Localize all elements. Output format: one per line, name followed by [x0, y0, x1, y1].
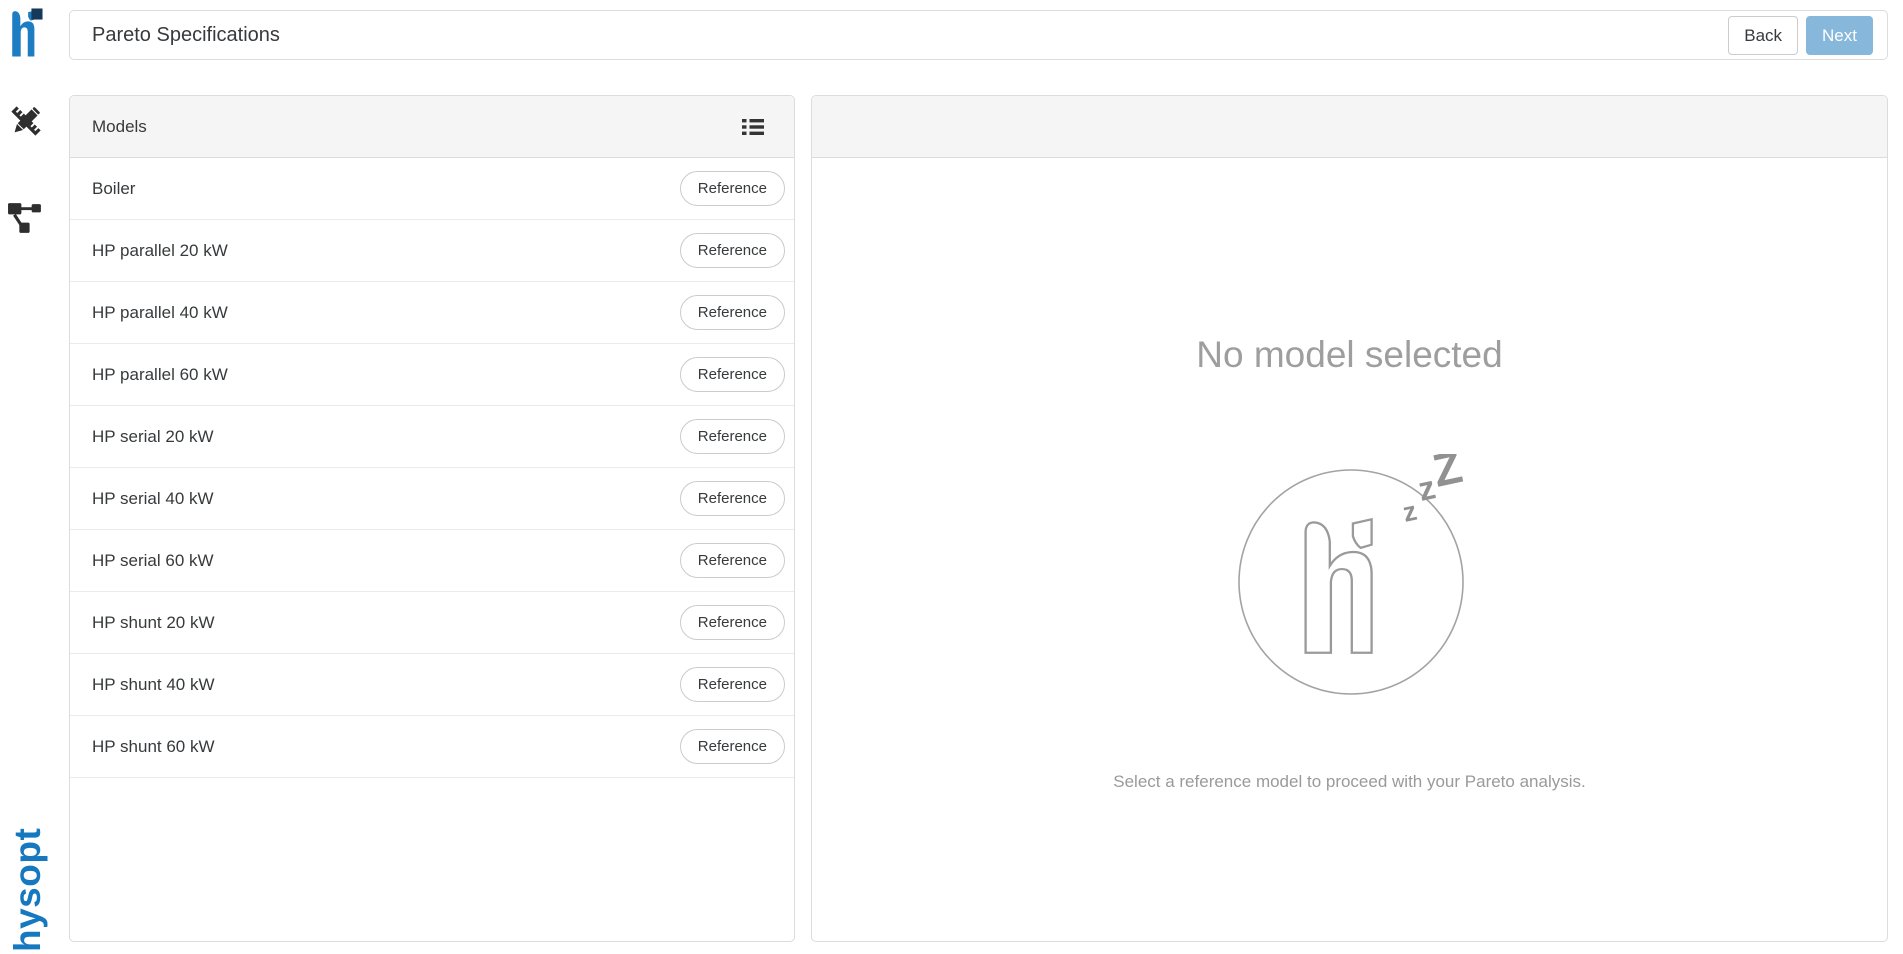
model-name: HP serial 20 kW — [92, 426, 214, 446]
model-row[interactable]: HP parallel 60 kW Reference — [70, 344, 794, 406]
hysopt-wordmark: hysopt — [7, 827, 48, 952]
model-name: HP parallel 60 kW — [92, 364, 228, 384]
empty-state-hint: Select a reference model to proceed with… — [1113, 772, 1586, 791]
list-view-icon[interactable] — [742, 117, 764, 137]
model-row[interactable]: HP serial 60 kW Reference — [70, 530, 794, 592]
reference-button[interactable]: Reference — [679, 233, 785, 268]
model-name: HP parallel 20 kW — [92, 240, 228, 260]
top-actions: Back Next — [1728, 15, 1887, 55]
models-list: Boiler Reference HP parallel 20 kW Refer… — [70, 158, 794, 778]
reference-button[interactable]: Reference — [679, 543, 785, 578]
reference-button[interactable]: Reference — [679, 419, 785, 454]
model-row[interactable]: HP parallel 40 kW Reference — [70, 282, 794, 344]
back-button[interactable]: Back — [1728, 15, 1799, 55]
reference-button[interactable]: Reference — [679, 605, 785, 640]
next-button[interactable]: Next — [1806, 15, 1873, 55]
reference-button[interactable]: Reference — [679, 357, 785, 392]
reference-button[interactable]: Reference — [679, 667, 785, 702]
sleep-z-small: z — [1400, 496, 1419, 528]
models-panel-header: Models — [70, 96, 794, 158]
pencil-ruler-icon[interactable] — [9, 103, 43, 139]
top-bar: Pareto Specifications Back Next — [69, 10, 1888, 60]
model-row[interactable]: HP shunt 60 kW Reference — [70, 716, 794, 778]
sidebar: hysopt — [0, 0, 58, 954]
model-name: Boiler — [92, 178, 136, 198]
reference-button[interactable]: Reference — [679, 295, 785, 330]
model-row[interactable]: HP shunt 20 kW Reference — [70, 592, 794, 654]
model-name: HP serial 40 kW — [92, 488, 214, 508]
detail-panel: No model selected z z Z Select a referen… — [811, 95, 1888, 942]
network-diagram-icon[interactable] — [7, 201, 44, 234]
reference-button[interactable]: Reference — [679, 171, 785, 206]
hysopt-logo-icon[interactable] — [10, 8, 44, 57]
model-row[interactable]: HP parallel 20 kW Reference — [70, 220, 794, 282]
content-panels: Models Boiler Reference HP parallel 20 k… — [69, 95, 1888, 942]
model-row[interactable]: HP serial 40 kW Reference — [70, 468, 794, 530]
model-name: HP shunt 60 kW — [92, 736, 215, 756]
detail-panel-header — [812, 96, 1887, 158]
models-panel-title: Models — [92, 116, 147, 136]
model-name: HP serial 60 kW — [92, 550, 214, 570]
model-name: HP shunt 20 kW — [92, 612, 215, 632]
model-row[interactable]: HP serial 20 kW Reference — [70, 406, 794, 468]
model-name: HP shunt 40 kW — [92, 674, 215, 694]
page-title: Pareto Specifications — [92, 23, 280, 46]
models-panel: Models Boiler Reference HP parallel 20 k… — [69, 95, 795, 942]
reference-button[interactable]: Reference — [679, 481, 785, 516]
empty-state-title: No model selected — [1196, 334, 1503, 375]
model-row[interactable]: HP shunt 40 kW Reference — [70, 654, 794, 716]
model-row[interactable]: Boiler Reference — [70, 158, 794, 220]
sleeping-logo-icon: z z Z — [1237, 454, 1466, 695]
model-name: HP parallel 40 kW — [92, 302, 228, 322]
empty-state: No model selected z z Z Select a referen… — [812, 334, 1887, 792]
reference-button[interactable]: Reference — [679, 729, 785, 764]
